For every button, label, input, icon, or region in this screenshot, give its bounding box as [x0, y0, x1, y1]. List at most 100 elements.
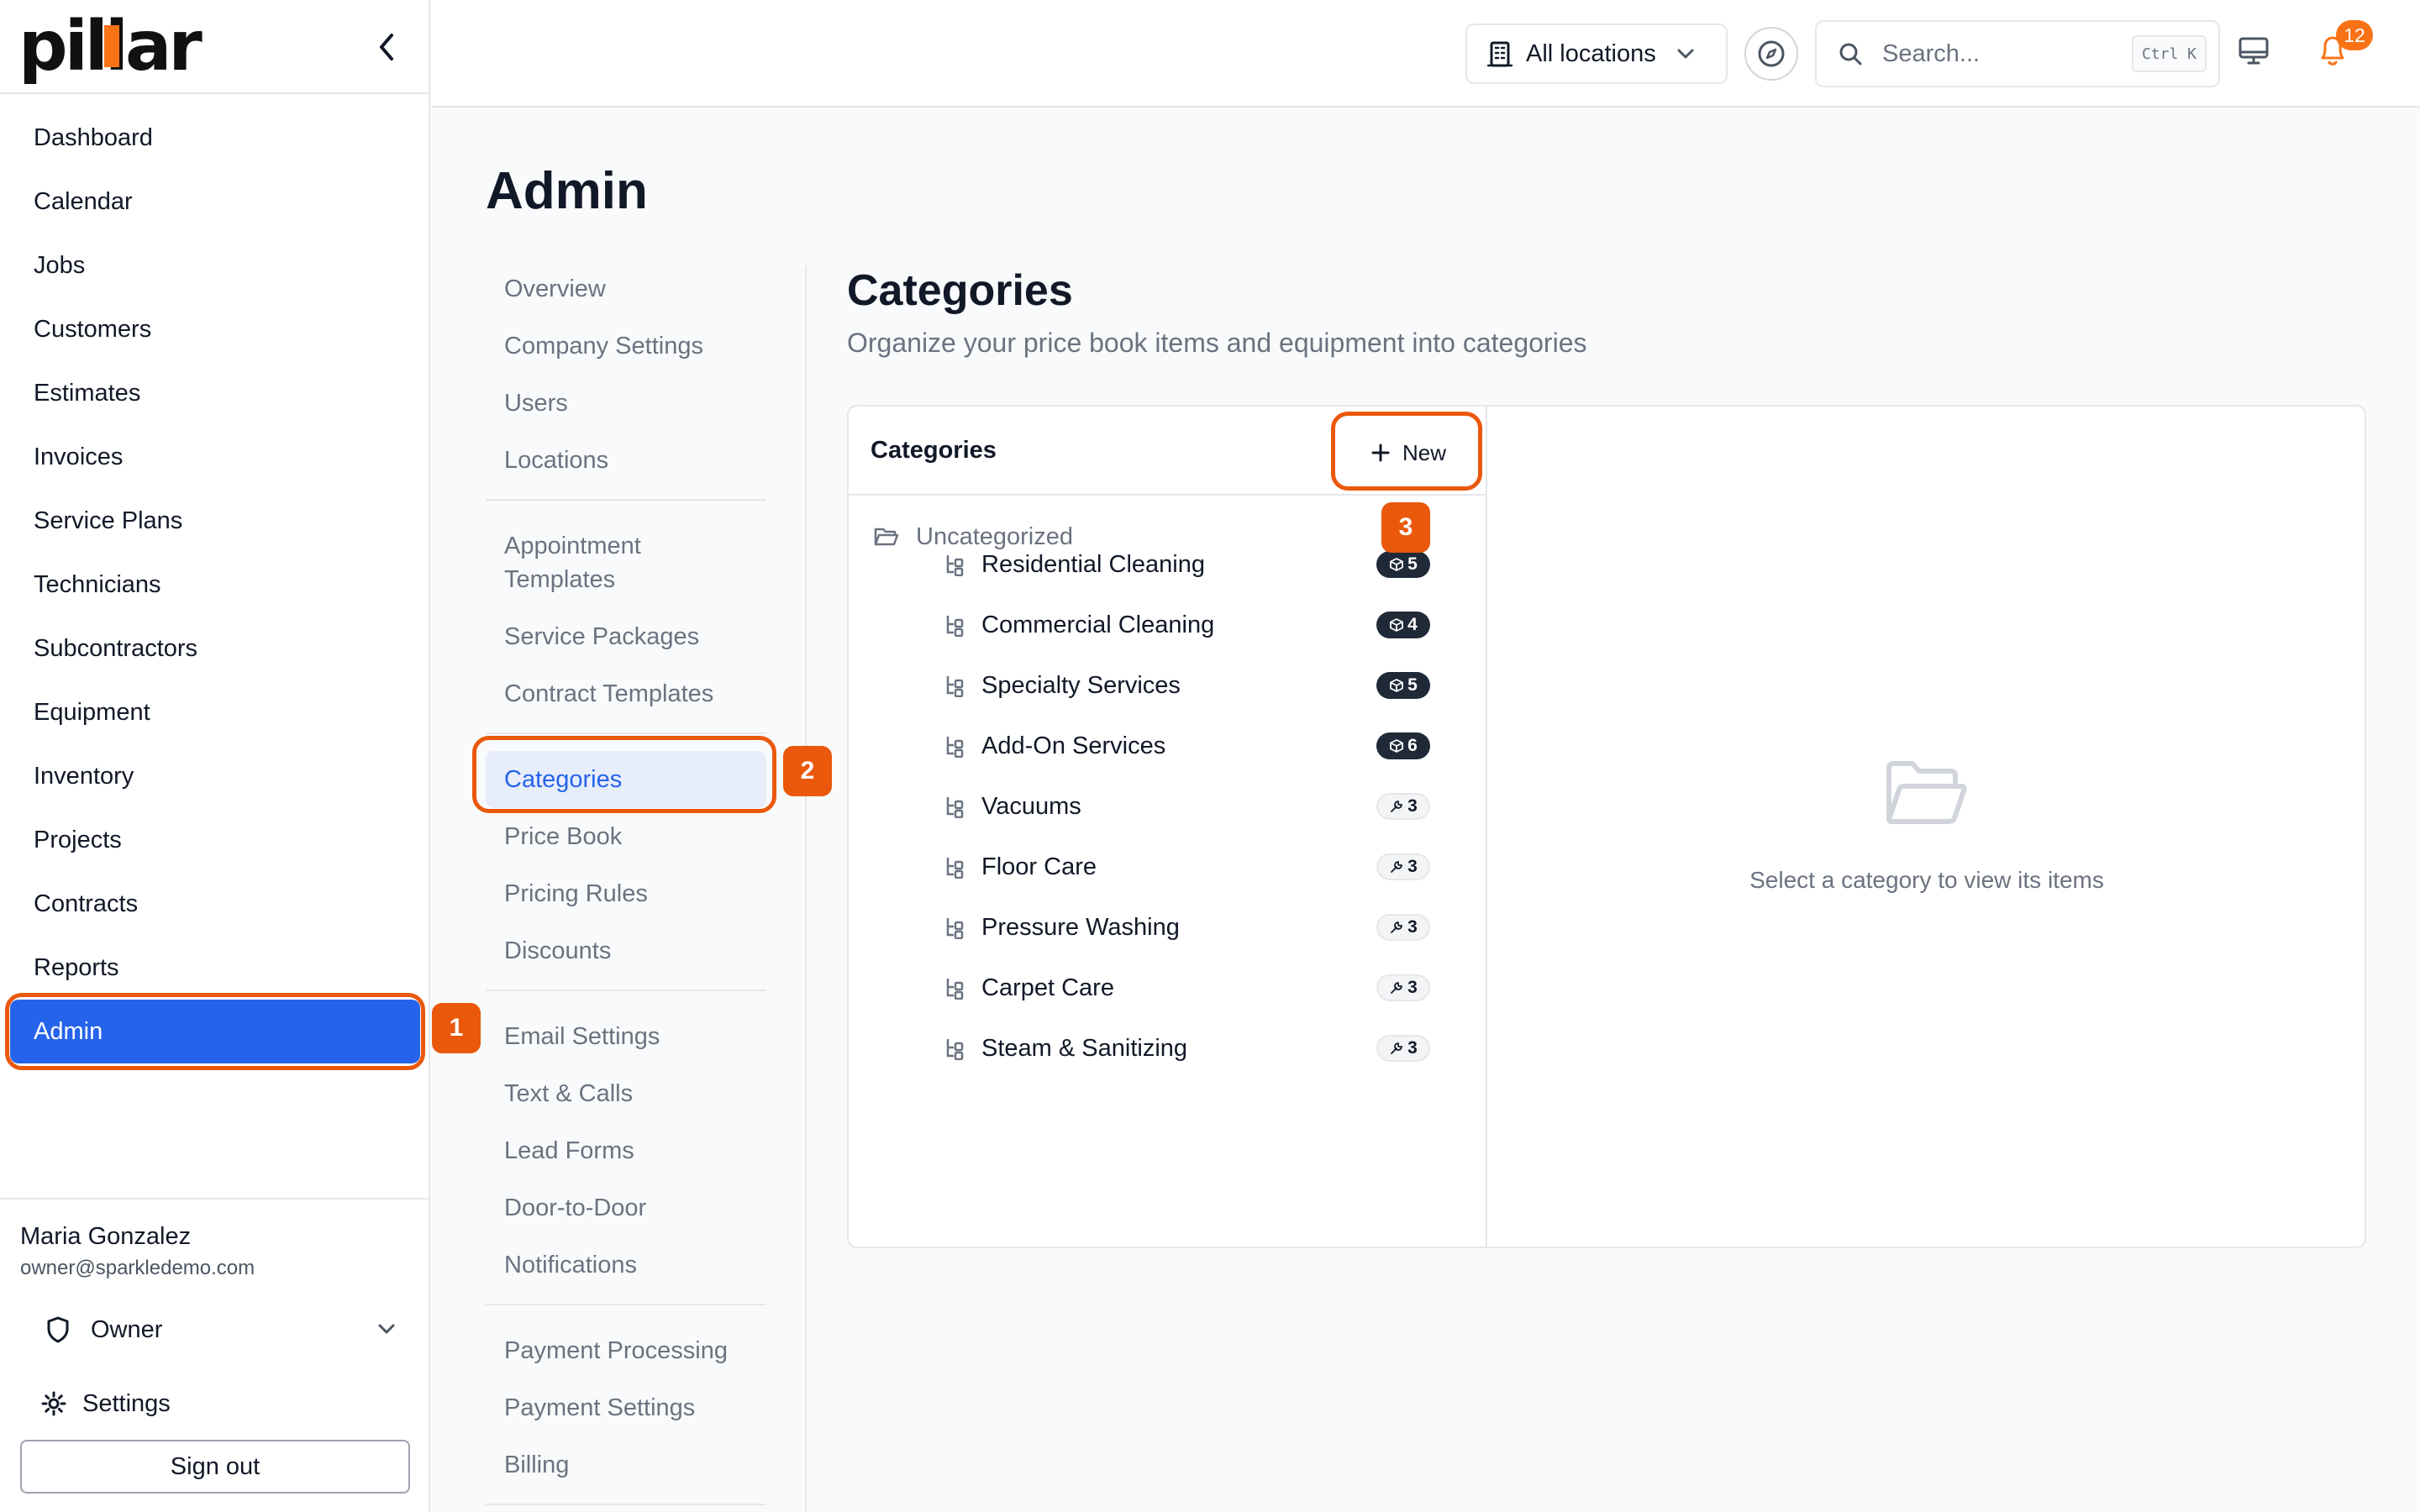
user-block: Maria Gonzalez owner@sparkledemo.com Own…: [0, 1198, 430, 1512]
subnav-lead-forms[interactable]: Lead Forms: [486, 1122, 766, 1179]
annotation-badge-1: 1: [432, 1003, 481, 1053]
subnav-service-packages[interactable]: Service Packages: [486, 608, 766, 665]
folder-open-icon: [874, 528, 899, 546]
subnav-payment-settings[interactable]: Payment Settings: [486, 1379, 766, 1436]
subnav-appointment-templates[interactable]: Appointment Templates: [486, 517, 687, 608]
category-row[interactable]: Add-On Services 6: [943, 716, 1430, 776]
equipment-count-badge: 3: [1376, 853, 1430, 880]
sidebar-item-technicians[interactable]: Technicians: [10, 553, 420, 617]
settings-link[interactable]: Settings: [40, 1383, 171, 1425]
box-icon: [1390, 679, 1404, 692]
search-input[interactable]: [1882, 39, 2101, 68]
subnav-billing[interactable]: Billing: [486, 1436, 766, 1494]
collapse-sidebar-button[interactable]: [371, 30, 402, 64]
display-mode-button[interactable]: [2237, 34, 2270, 71]
item-count: 5: [1407, 675, 1418, 695]
category-row[interactable]: Residential Cleaning 5: [943, 534, 1430, 595]
subcategory-icon: [946, 555, 964, 576]
subnav-locations[interactable]: Locations: [486, 432, 766, 489]
sidebar-item-customers[interactable]: Customers: [10, 297, 420, 361]
sidebar-item-subcontractors[interactable]: Subcontractors: [10, 617, 420, 680]
sidebar-item-reports[interactable]: Reports: [10, 936, 420, 1000]
category-name: Pressure Washing: [981, 913, 1180, 941]
subnav-discounts[interactable]: Discounts: [486, 922, 766, 979]
sidebar-item-calendar[interactable]: Calendar: [10, 170, 420, 234]
category-row[interactable]: Steam & Sanitizing 3: [943, 1018, 1430, 1079]
category-name: Add-On Services: [981, 732, 1166, 759]
sidebar-item-estimates[interactable]: Estimates: [10, 361, 420, 425]
sidebar-item-jobs[interactable]: Jobs: [10, 234, 420, 297]
box-icon: [1390, 618, 1404, 632]
section-title: Categories: [847, 266, 1073, 315]
sidebar-item-inventory[interactable]: Inventory: [10, 744, 420, 808]
subnav-divider: [486, 990, 766, 991]
subnav-payment-processing[interactable]: Payment Processing: [486, 1322, 766, 1379]
item-count: 6: [1407, 736, 1418, 755]
subnav-categories[interactable]: Categories: [486, 751, 766, 808]
global-search[interactable]: Ctrl K: [1815, 20, 2220, 87]
equipment-count: 3: [1407, 857, 1418, 876]
role-selector[interactable]: Owner: [45, 1309, 398, 1351]
sidebar-item-admin[interactable]: Admin: [10, 1000, 420, 1063]
wrench-icon: [1391, 801, 1403, 812]
category-row[interactable]: Carpet Care 3: [943, 958, 1430, 1018]
category-name: Commercial Cleaning: [981, 611, 1215, 638]
subnav-door-to-door[interactable]: Door-to-Door: [486, 1179, 766, 1236]
category-row[interactable]: Vacuums 3: [943, 776, 1430, 837]
subcategory-icon: [946, 737, 964, 758]
category-row[interactable]: Floor Care 3: [943, 837, 1430, 897]
subnav-text-calls[interactable]: Text & Calls: [486, 1065, 766, 1122]
subnav-vertical-divider: [805, 265, 807, 1512]
sidebar-item-invoices[interactable]: Invoices: [10, 425, 420, 489]
sidebar-item-contracts[interactable]: Contracts: [10, 872, 420, 936]
explore-button[interactable]: [1744, 27, 1798, 81]
sidebar-item-equipment[interactable]: Equipment: [10, 680, 420, 744]
item-count-badge: 5: [1376, 551, 1430, 578]
equipment-count-badge: 3: [1376, 793, 1430, 820]
subnav-users[interactable]: Users: [486, 375, 766, 432]
notification-count-badge: 12: [2336, 20, 2373, 50]
sidebar-item-dashboard[interactable]: Dashboard: [10, 106, 420, 170]
category-name: Vacuums: [981, 792, 1081, 820]
equipment-count: 3: [1407, 978, 1418, 997]
logo-row: pillar: [0, 0, 430, 94]
box-icon: [1390, 558, 1404, 571]
subcategory-icon: [946, 616, 964, 637]
subnav-email-settings[interactable]: Email Settings: [486, 1008, 766, 1065]
admin-subnav: Overview Company Settings Users Location…: [486, 260, 766, 1512]
sign-out-button[interactable]: Sign out: [20, 1440, 410, 1494]
location-selector[interactable]: All locations: [1465, 24, 1728, 84]
compass-icon: [1758, 40, 1785, 67]
search-shortcut: Ctrl K: [2131, 35, 2207, 72]
category-name: Residential Cleaning: [981, 550, 1205, 578]
category-row[interactable]: Specialty Services 5: [943, 655, 1430, 716]
category-detail-empty-state: Select a category to view its items: [1489, 407, 2365, 1247]
settings-label: Settings: [82, 1389, 171, 1417]
subnav-notifications[interactable]: Notifications: [486, 1236, 766, 1294]
subnav-price-book[interactable]: Price Book: [486, 808, 766, 865]
subnav-divider: [486, 499, 766, 501]
new-button-label: New: [1402, 439, 1446, 465]
category-list: Residential Cleaning 5 Commercial Cleani…: [943, 534, 1430, 1079]
category-row[interactable]: Pressure Washing 3: [943, 897, 1430, 958]
plus-icon: [1371, 444, 1390, 462]
monitor-icon: [2238, 37, 2269, 65]
item-count-badge: 4: [1376, 612, 1430, 638]
top-header: All locations Ctrl K 12: [432, 0, 2420, 108]
chevron-down-icon: [1677, 49, 1694, 59]
sidebar-nav: Dashboard Calendar Jobs Customers Estima…: [10, 106, 420, 1063]
wrench-icon: [1391, 1042, 1403, 1054]
subnav-pricing-rules[interactable]: Pricing Rules: [486, 865, 766, 922]
new-category-button[interactable]: New: [1344, 428, 1472, 477]
subnav-company-settings[interactable]: Company Settings: [486, 318, 766, 375]
subnav-overview[interactable]: Overview: [486, 260, 766, 318]
equipment-count: 3: [1407, 1038, 1418, 1058]
user-email: owner@sparkledemo.com: [20, 1257, 255, 1279]
sidebar-item-service-plans[interactable]: Service Plans: [10, 489, 420, 553]
category-list-title: Categories: [871, 437, 997, 464]
subnav-contract-templates[interactable]: Contract Templates: [486, 665, 766, 722]
category-name: Carpet Care: [981, 974, 1114, 1001]
subcategory-icon: [946, 797, 964, 818]
sidebar-item-projects[interactable]: Projects: [10, 808, 420, 872]
category-row[interactable]: Commercial Cleaning 4: [943, 595, 1430, 655]
